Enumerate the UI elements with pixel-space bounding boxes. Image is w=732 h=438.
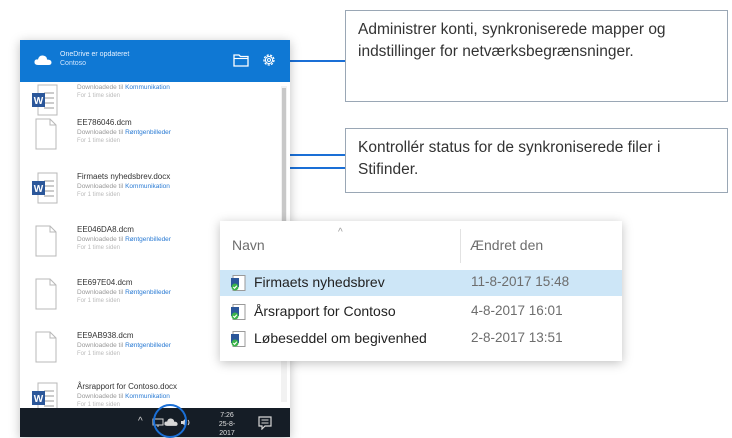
file-location-link[interactable]: Kommunikation — [125, 393, 170, 400]
list-item[interactable]: W Firmaets nyhedsbrev.docx Downloadede t… — [20, 162, 280, 212]
row-modified-date: 4-8-2017 16:01 — [471, 303, 563, 318]
file-status: Downloadede til Kommunikation — [77, 393, 170, 400]
file-status: Downloadede til Røntgenbilleder — [77, 236, 171, 243]
row-modified-date: 11-8-2017 15:48 — [471, 274, 570, 289]
column-header: ^ Navn Ændret den — [220, 221, 622, 265]
file-location-link[interactable]: Røntgenbilleder — [125, 289, 171, 296]
table-row[interactable]: Løbeseddel om begivenhed 2-8-2017 13:51 — [220, 326, 622, 352]
file-time: For 1 time siden — [77, 245, 121, 251]
callout-status: Kontrollér status for de synkroniserede … — [345, 128, 728, 193]
file-name: Firmaets nyhedsbrev.docx — [77, 172, 171, 181]
file-name: EE046DA8.dcm — [77, 225, 134, 234]
folder-icon[interactable] — [233, 53, 249, 67]
row-file-name: Firmaets nyhedsbrev — [254, 274, 385, 290]
row-file-name: Årsrapport for Contoso — [254, 303, 396, 319]
file-status: Downloadede til Kommunikation — [77, 84, 170, 91]
synced-word-file-icon — [231, 331, 246, 347]
sort-caret-icon: ^ — [338, 227, 343, 238]
clock-date: 25-8-2017 — [218, 421, 236, 437]
column-modified[interactable]: Ændret den — [470, 237, 543, 253]
file-location-link[interactable]: Kommunikation — [125, 84, 170, 91]
file-name: EE697E04.dcm — [77, 278, 133, 287]
clock-time: 7:26 — [220, 412, 234, 419]
word-icon: W — [32, 172, 58, 204]
svg-text:W: W — [34, 394, 44, 405]
synced-word-file-icon — [231, 275, 246, 291]
row-file-name: Løbeseddel om begivenhed — [254, 330, 427, 346]
synced-word-file-icon — [231, 304, 246, 320]
notification-icon[interactable] — [258, 416, 272, 430]
file-icon — [35, 225, 57, 257]
file-time: For 1 time siden — [77, 298, 121, 304]
file-location-link[interactable]: Røntgenbilleder — [125, 342, 171, 349]
file-location-link[interactable]: Røntgenbilleder — [125, 129, 171, 136]
chevron-up-icon[interactable]: ^ — [138, 416, 143, 427]
gear-icon[interactable] — [261, 52, 277, 68]
file-status: Downloadede til Røntgenbilleder — [77, 129, 171, 136]
onedrive-cloud-icon — [34, 55, 52, 65]
file-location-link[interactable]: Røntgenbilleder — [125, 236, 171, 243]
table-row[interactable]: Firmaets nyhedsbrev 11-8-2017 15:48 — [220, 270, 622, 296]
table-row[interactable]: Årsrapport for Contoso 4-8-2017 16:01 — [220, 299, 622, 325]
list-item[interactable]: EE786046.dcm Downloadede til Røntgenbill… — [20, 108, 280, 158]
file-icon — [35, 331, 57, 363]
taskbar: ^ 7:26 25-8-2017 — [20, 404, 290, 438]
file-status: Downloadede til Kommunikation — [77, 183, 170, 190]
row-modified-date: 2-8-2017 13:51 — [471, 330, 563, 345]
clock[interactable]: 7:26 25-8-2017 — [216, 411, 238, 438]
file-time: For 1 time siden — [77, 351, 121, 357]
tray-highlight-circle — [153, 404, 187, 438]
file-time: For 1 time siden — [77, 138, 121, 144]
column-divider[interactable] — [460, 229, 461, 263]
file-icon — [35, 278, 57, 310]
file-time: For 1 time siden — [77, 192, 121, 198]
file-explorer: ^ Navn Ændret den Firmaets nyhedsbrev 11… — [220, 221, 622, 361]
file-location-link[interactable]: Kommunikation — [125, 183, 170, 190]
file-name: EE9AB938.dcm — [77, 331, 134, 340]
file-status: Downloadede til Røntgenbilleder — [77, 342, 171, 349]
callout-settings: Administrer konti, synkroniserede mapper… — [345, 10, 728, 102]
file-status: Downloadede til Røntgenbilleder — [77, 289, 171, 296]
svg-text:W: W — [34, 96, 44, 107]
onedrive-status-title: OneDrive er opdateret — [60, 51, 130, 58]
file-time: For 1 time siden — [77, 93, 121, 99]
file-name: Årsrapport for Contoso.docx — [77, 382, 178, 391]
column-name[interactable]: Navn — [232, 237, 265, 253]
file-icon — [35, 118, 57, 150]
onedrive-account-name: Contoso — [60, 60, 87, 67]
file-name: EE786046.dcm — [77, 118, 132, 127]
svg-text:W: W — [34, 184, 44, 195]
